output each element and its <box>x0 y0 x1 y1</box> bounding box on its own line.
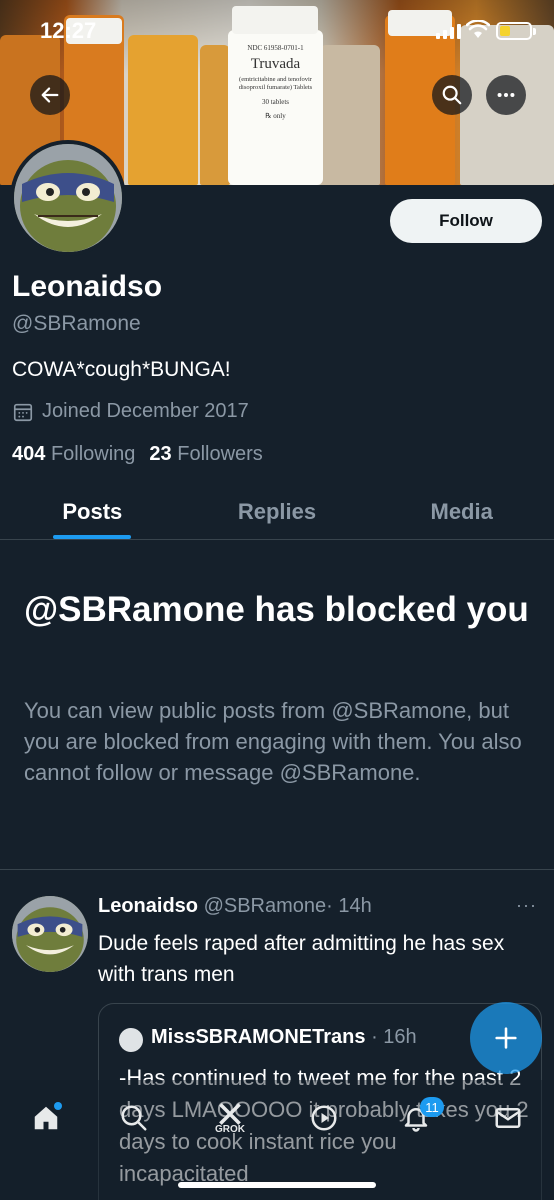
follow-stats: 404 Following 23 Followers <box>12 443 263 466</box>
following-link[interactable]: 404 Following <box>12 443 135 466</box>
tab-replies-label: Replies <box>237 498 317 524</box>
battery-icon <box>496 22 536 40</box>
tweet-header: Leonaidso @SBRamone· 14h <box>98 895 372 918</box>
bottle-subtitle: (emtricitabine and tenofovir disoproxil … <box>238 76 313 91</box>
divider <box>0 869 554 870</box>
plus-icon <box>495 1027 517 1049</box>
followers-link[interactable]: 23 Followers <box>149 443 262 466</box>
tweet-author-name[interactable]: Leonaidso <box>98 895 198 917</box>
joined-date: Joined December 2017 <box>12 400 249 423</box>
blocked-description: You can view public posts from @SBRamone… <box>24 698 522 785</box>
search-button[interactable] <box>432 75 472 115</box>
tweet-avatar[interactable] <box>12 896 88 972</box>
clock: 12:27 <box>40 18 97 43</box>
turtle-avatar-image <box>12 896 88 972</box>
blocked-title: @SBRamone has blocked you <box>24 590 529 629</box>
following-count: 404 <box>12 443 46 465</box>
joined-text: Joined December 2017 <box>42 400 249 422</box>
quote-time: · 16h <box>371 1026 417 1048</box>
tweet-time: · 14h <box>326 895 372 917</box>
search-icon <box>121 1105 147 1131</box>
bottle-rx: ℞ only <box>265 111 286 120</box>
tab-posts-label: Posts <box>62 498 123 524</box>
profile-bio: COWA*cough*BUNGA! <box>12 358 231 381</box>
wifi-icon <box>466 20 490 38</box>
followers-count: 23 <box>149 443 172 465</box>
notifications-badge: 11 <box>420 1097 444 1117</box>
home-unread-dot <box>54 1102 62 1110</box>
tab-media[interactable]: Media <box>369 484 554 539</box>
nav-grok[interactable]: GROK <box>212 1100 248 1136</box>
calendar-icon <box>13 403 33 421</box>
profile-tabs: Posts Replies Media <box>0 484 554 540</box>
followers-label: Followers <box>177 443 263 465</box>
more-icon <box>497 92 515 98</box>
pill-bottle <box>200 45 230 185</box>
quote-author-name: MissSBRAMONETrans <box>151 1026 366 1048</box>
more-options-button[interactable] <box>486 75 526 115</box>
nav-video[interactable] <box>306 1100 342 1136</box>
follow-button[interactable]: Follow <box>390 199 542 243</box>
search-icon <box>442 85 462 105</box>
profile-display-name: Leonaidso <box>12 270 163 303</box>
grok-label: GROK <box>215 1123 245 1135</box>
compose-button[interactable] <box>470 1002 542 1074</box>
status-bar: 12:27 <box>0 0 554 60</box>
tweet-more-icon[interactable]: ··· <box>516 895 537 916</box>
home-indicator <box>178 1182 376 1188</box>
tab-replies[interactable]: Replies <box>185 484 370 539</box>
nav-search[interactable] <box>116 1100 152 1136</box>
play-icon <box>311 1105 337 1131</box>
pill-bottle <box>320 45 380 185</box>
tab-media-label: Media <box>430 498 493 524</box>
tweet-text: Dude feels raped after admitting he has … <box>98 932 505 986</box>
tab-posts[interactable]: Posts <box>0 484 185 539</box>
profile-avatar[interactable] <box>10 140 126 256</box>
bottle-count: 30 tablets <box>261 97 290 106</box>
turtle-avatar-image <box>14 144 122 252</box>
quote-header: MissSBRAMONETrans · 16h <box>151 1026 417 1049</box>
following-label: Following <box>50 443 136 465</box>
back-button[interactable] <box>30 75 70 115</box>
back-arrow-icon <box>41 87 59 103</box>
nav-messages[interactable] <box>490 1100 526 1136</box>
active-tab-indicator <box>53 535 132 539</box>
grok-icon <box>219 1102 241 1125</box>
signal-icon <box>436 24 461 39</box>
quote-avatar <box>119 1028 143 1052</box>
mail-icon <box>495 1108 521 1128</box>
profile-handle: @SBRamone <box>12 312 141 335</box>
tweet-author-handle: @SBRamone <box>203 895 327 917</box>
